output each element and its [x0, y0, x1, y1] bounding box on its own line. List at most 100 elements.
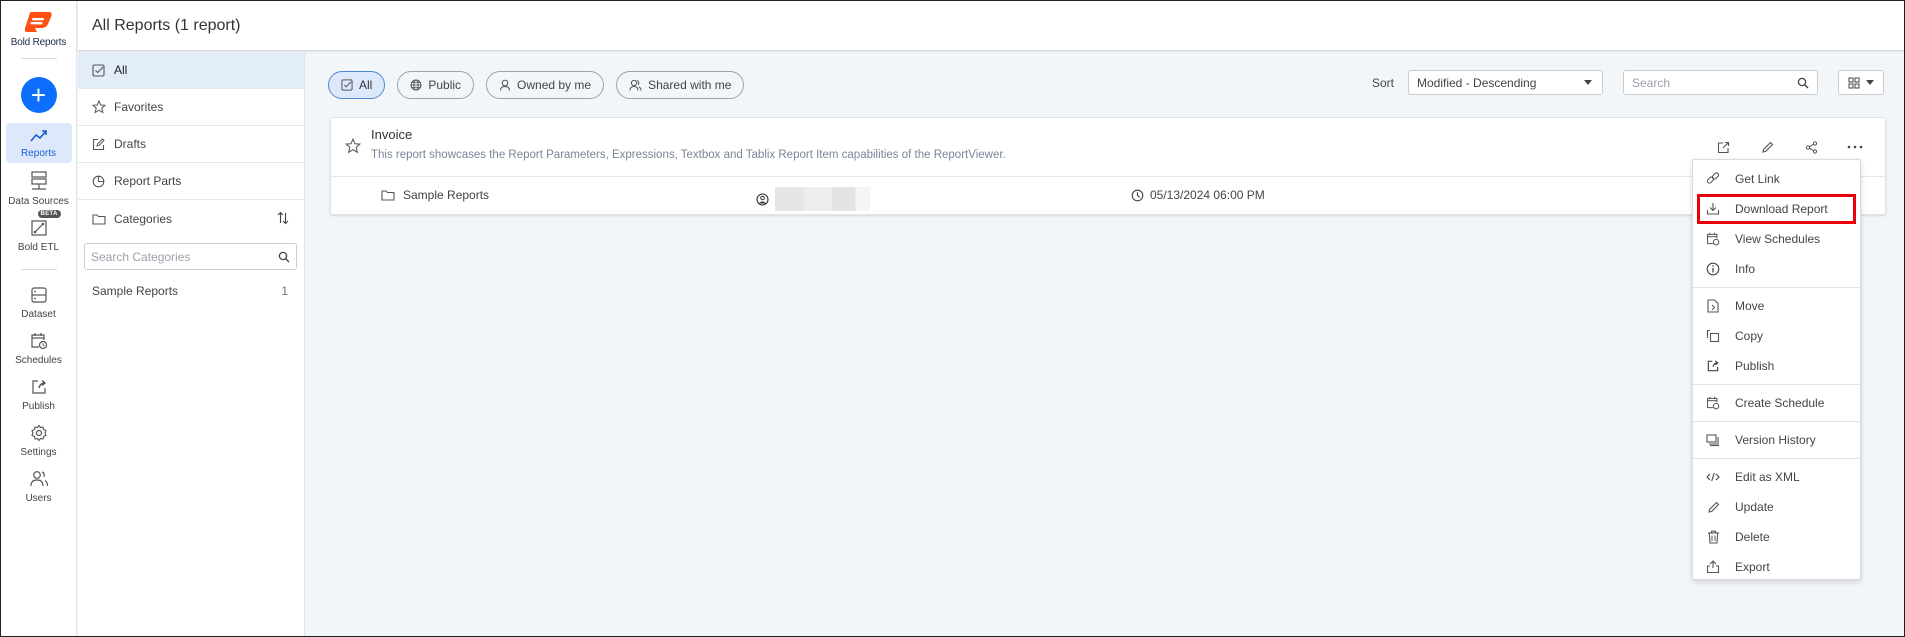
- checkbox-icon: [341, 79, 353, 91]
- menu-item-create-schedule[interactable]: Create Schedule: [1693, 388, 1860, 418]
- menu-divider: [1693, 421, 1860, 422]
- menu-item-delete[interactable]: Delete: [1693, 522, 1860, 552]
- menu-item-info[interactable]: Info: [1693, 254, 1860, 284]
- report-modified: 05/13/2024 06:00 PM: [1131, 188, 1265, 202]
- sidebar-item-favorites[interactable]: Favorites: [78, 89, 304, 126]
- menu-item-label: Info: [1735, 262, 1756, 276]
- share-icon[interactable]: [1801, 137, 1821, 157]
- search-icon[interactable]: [1797, 77, 1809, 89]
- sidebar-item-categories[interactable]: Categories: [78, 200, 304, 237]
- menu-item-update[interactable]: Update: [1693, 492, 1860, 522]
- filter-owned-by-me[interactable]: Owned by me: [486, 71, 605, 99]
- users-icon: [629, 79, 642, 91]
- sort-categories-icon[interactable]: [276, 211, 290, 228]
- toolbar: Sort Modified - Descending: [1372, 70, 1884, 95]
- rail-divider: [20, 269, 57, 270]
- caret-down-icon: [1584, 80, 1592, 85]
- nav-rail: Bold Reports + Reports Data Sources BETA…: [1, 1, 77, 636]
- rail-item-reports[interactable]: Reports: [5, 123, 72, 163]
- menu-item-export[interactable]: Export: [1693, 552, 1860, 582]
- sidebar-item-label: Favorites: [114, 100, 164, 114]
- clock-icon: [1131, 189, 1144, 201]
- filter-label: Owned by me: [517, 78, 592, 92]
- page-title: All Reports (1 report): [92, 16, 241, 34]
- dataset-icon: [30, 287, 47, 303]
- sidebar-item-all[interactable]: All: [78, 52, 304, 89]
- owner-name-redacted: [775, 187, 870, 211]
- category-search-input[interactable]: [91, 249, 261, 264]
- report-owner: [756, 187, 870, 211]
- report-name[interactable]: Invoice: [371, 127, 412, 142]
- rail-item-schedules[interactable]: Schedules: [6, 326, 72, 370]
- rail-item-dataset[interactable]: Dataset: [6, 280, 72, 324]
- sidebar-item-label: Drafts: [114, 137, 147, 151]
- menu-item-label: Export: [1735, 560, 1770, 574]
- menu-item-get-link[interactable]: Get Link: [1693, 164, 1860, 194]
- category-name: Sample Reports: [92, 284, 179, 298]
- menu-item-label: Get Link: [1735, 172, 1780, 186]
- filter-all[interactable]: All: [328, 71, 386, 99]
- menu-item-publish[interactable]: Publish: [1693, 351, 1860, 381]
- code-icon: [1705, 469, 1721, 485]
- menu-item-move[interactable]: Move: [1693, 291, 1860, 321]
- menu-item-label: Publish: [1735, 359, 1775, 373]
- grid-icon: [1848, 77, 1860, 88]
- rail-item-label: Settings: [20, 447, 57, 458]
- trend-icon: [29, 130, 47, 142]
- filter-shared-with-me[interactable]: Shared with me: [616, 71, 745, 99]
- pie-icon: [92, 174, 106, 188]
- menu-item-label: View Schedules: [1735, 232, 1821, 246]
- rail-item-label: Data Sources: [8, 196, 69, 207]
- copy-icon: [1705, 328, 1721, 344]
- info-icon: [1705, 261, 1721, 277]
- menu-item-download-report[interactable]: Download Report: [1697, 194, 1856, 224]
- sidebar-item-report-parts[interactable]: Report Parts: [78, 163, 304, 200]
- brand-name: Bold Reports: [10, 37, 67, 48]
- brand-logo[interactable]: Bold Reports: [11, 11, 66, 48]
- report-context-menu: Get Link Download Report View Schedules …: [1692, 159, 1861, 580]
- filter-public[interactable]: Public: [397, 71, 475, 99]
- menu-item-edit-as-xml[interactable]: Edit as XML: [1693, 462, 1860, 492]
- sidebar-item-drafts[interactable]: Drafts: [78, 126, 304, 163]
- user-icon: [500, 79, 511, 91]
- bold-reports-logo-icon: [25, 12, 53, 32]
- open-new-tab-icon[interactable]: [1713, 137, 1733, 157]
- modified-date: 05/13/2024 06:00 PM: [1150, 188, 1265, 202]
- main-content: All Public Owned by me Shared with me So…: [306, 52, 1904, 636]
- caret-down-icon: [1866, 80, 1874, 85]
- category-item[interactable]: Sample Reports 1: [78, 284, 304, 298]
- edit-pencil-icon[interactable]: [1757, 137, 1777, 157]
- rail-item-settings[interactable]: Settings: [6, 418, 72, 462]
- calendar-clock-icon: [1705, 395, 1721, 411]
- rail-item-users[interactable]: Users: [6, 464, 72, 508]
- menu-item-copy[interactable]: Copy: [1693, 321, 1860, 351]
- view-mode-button[interactable]: [1838, 70, 1884, 95]
- folder-icon: [381, 190, 395, 201]
- report-category: Sample Reports: [381, 188, 489, 202]
- rail-item-label: Reports: [20, 148, 56, 159]
- sort-dropdown[interactable]: Modified - Descending: [1408, 70, 1603, 95]
- category-sidebar: All Favorites Drafts Report Parts Catego…: [78, 52, 305, 636]
- folder-icon: [92, 212, 106, 226]
- move-icon: [1705, 298, 1721, 314]
- star-icon: [92, 100, 106, 114]
- beta-badge: BETA: [37, 210, 61, 218]
- rail-item-bold-etl[interactable]: BETA Bold ETL: [6, 210, 72, 257]
- menu-item-version-history[interactable]: Version History: [1693, 425, 1860, 455]
- favorite-star-icon[interactable]: [344, 137, 362, 159]
- export-icon: [1705, 559, 1721, 575]
- search-input[interactable]: [1632, 75, 1782, 90]
- edit-icon: [92, 137, 106, 151]
- rail-item-data-sources[interactable]: Data Sources: [6, 165, 72, 211]
- create-new-button[interactable]: +: [20, 77, 57, 113]
- filter-label: Shared with me: [648, 78, 732, 92]
- menu-item-view-schedules[interactable]: View Schedules: [1693, 224, 1860, 254]
- page-header: All Reports (1 report): [78, 1, 1904, 51]
- rail-divider: [20, 58, 57, 59]
- search-icon[interactable]: [278, 251, 290, 263]
- download-icon: [1705, 201, 1721, 217]
- more-options-icon[interactable]: [1845, 137, 1865, 157]
- rail-item-label: Publish: [22, 401, 55, 412]
- rail-item-publish[interactable]: Publish: [6, 372, 72, 416]
- sidebar-item-label: Report Parts: [114, 174, 182, 188]
